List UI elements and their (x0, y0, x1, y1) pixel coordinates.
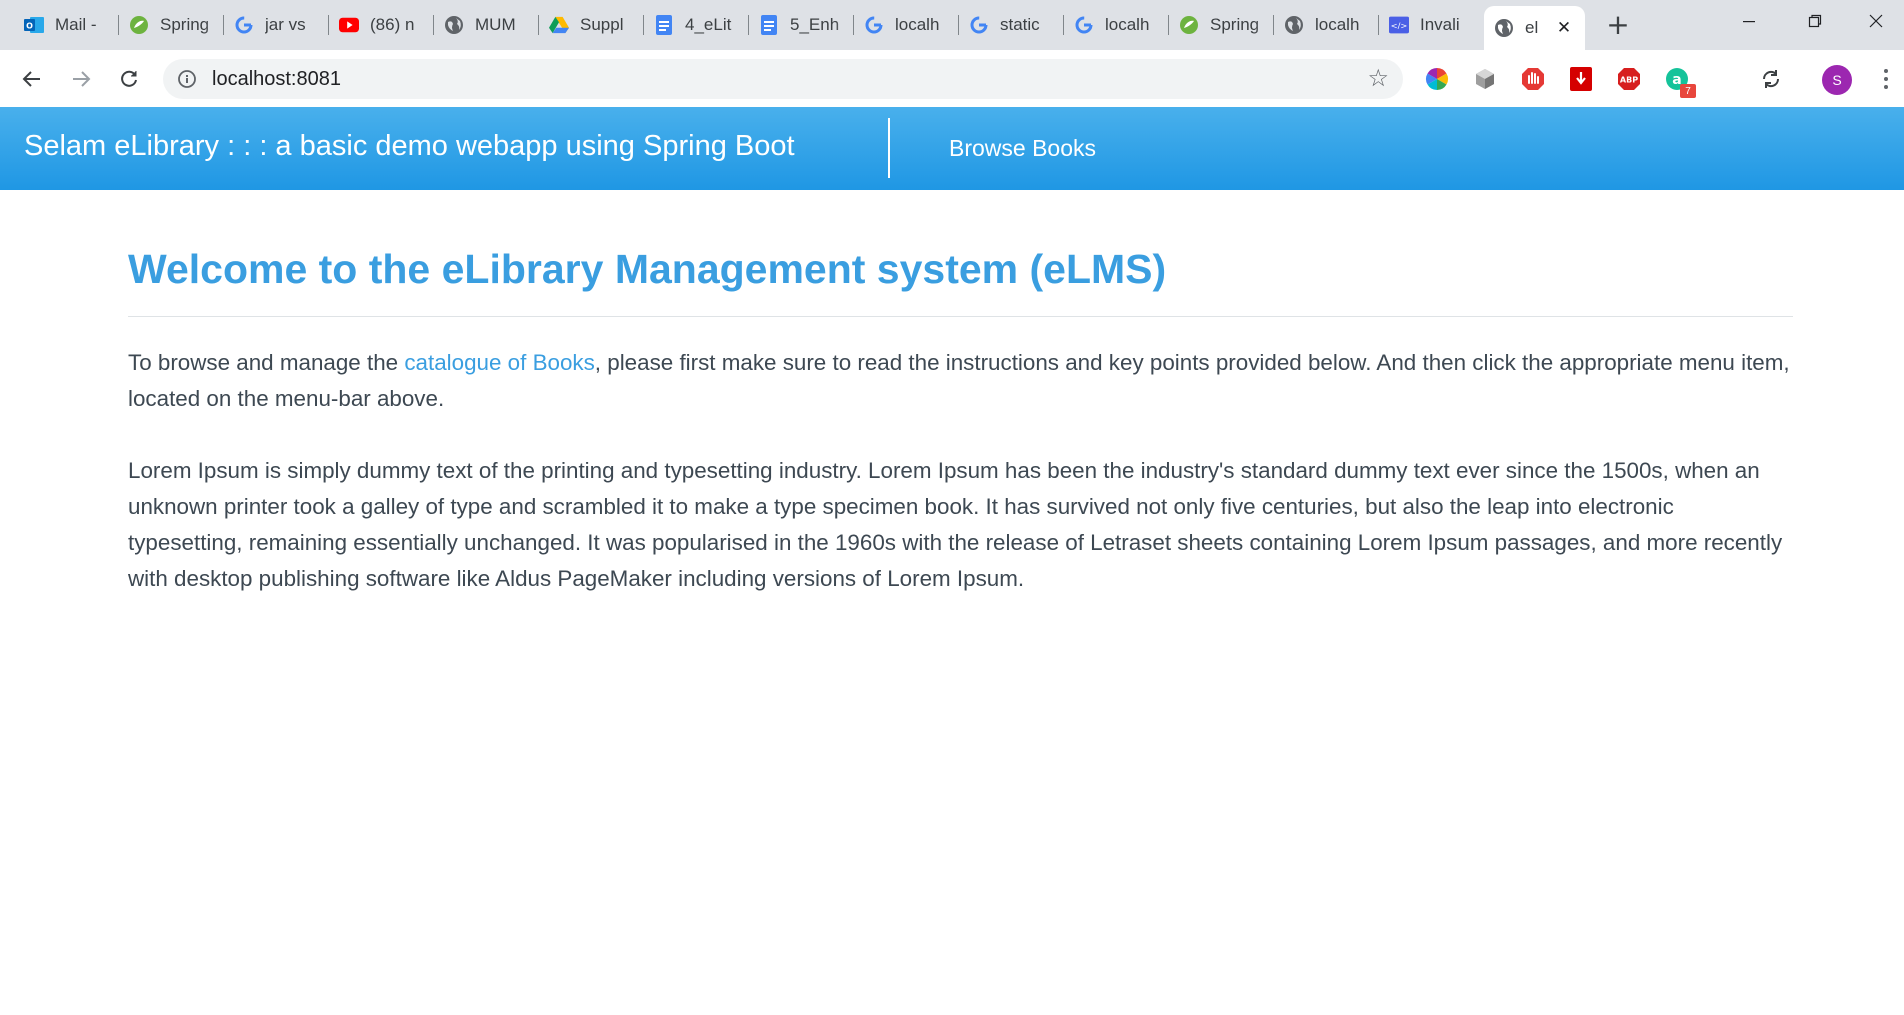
browser-tab[interactable]: localh (1274, 8, 1379, 42)
close-window-button[interactable] (1848, 0, 1904, 42)
tab-title: localh (895, 15, 940, 34)
browser-tab-strip: O Mail - Spring jar vs (86) n MUM Suppl … (0, 0, 1904, 50)
tab-title: jar vs (265, 15, 306, 34)
intro-text: To browse and manage the (128, 350, 405, 376)
lorem-ipsum-paragraph: Lorem Ipsum is simply dummy text of the … (128, 458, 1783, 592)
site-info-icon[interactable] (177, 69, 197, 89)
browser-tab[interactable]: Spring (119, 8, 224, 42)
browser-tab[interactable]: O Mail - (14, 8, 119, 42)
forward-button[interactable] (64, 63, 98, 95)
reload-icon (121, 70, 137, 87)
profile-avatar[interactable]: S (1822, 65, 1852, 95)
back-button[interactable] (15, 63, 49, 95)
adblock-plus-icon[interactable]: ABP (1614, 64, 1644, 94)
google-docs-icon (759, 15, 779, 35)
google-icon (1074, 15, 1094, 35)
outlook-icon: O (24, 15, 44, 35)
new-tab-button[interactable]: + (1605, 11, 1631, 39)
tab-title: (86) n (370, 15, 415, 34)
color-wheel-extension-icon[interactable] (1422, 64, 1452, 94)
svg-text:O: O (26, 22, 33, 31)
close-tab-icon[interactable]: ✕ (1553, 17, 1575, 39)
globe-icon (1494, 18, 1514, 38)
extension-badge: 7 (1680, 84, 1696, 98)
browser-toolbar: localhost:8081 ☆ ABP a 7 S (0, 50, 1904, 107)
tab-title: 5_Enh (790, 15, 840, 34)
browser-tab[interactable]: static (959, 8, 1064, 42)
globe-icon (1284, 15, 1304, 35)
heading-divider (128, 316, 1793, 318)
tab-title: Invali (1420, 15, 1460, 34)
pdf-extension-icon[interactable] (1566, 64, 1596, 94)
tab-title: Suppl (580, 15, 624, 34)
google-drive-icon (549, 15, 569, 35)
bookmark-star-icon[interactable]: ☆ (1367, 66, 1389, 90)
browser-tab[interactable]: Suppl (539, 8, 644, 42)
forward-arrow-icon (73, 71, 91, 87)
stop-hand-extension-icon[interactable] (1518, 64, 1548, 94)
tab-title: Spring (160, 15, 210, 34)
google-icon (864, 15, 884, 35)
grammarly-extension-icon[interactable]: a 7 (1662, 64, 1696, 98)
browser-tab[interactable]: Spring (1169, 8, 1274, 42)
main-content: Welcome to the eLibrary Management syste… (128, 246, 1793, 597)
tab-title: Spring (1210, 15, 1260, 34)
browser-tab[interactable]: 4_eLit (644, 8, 749, 42)
address-url[interactable]: localhost:8081 (212, 68, 341, 91)
spring-icon (129, 15, 149, 35)
google-docs-icon (654, 15, 674, 35)
tab-title: MUM (475, 15, 516, 34)
reload-button[interactable] (112, 63, 146, 95)
code-icon: </> (1389, 15, 1409, 35)
browser-tab[interactable]: localh (1064, 8, 1169, 42)
browse-books-link[interactable]: Browse Books (949, 135, 1096, 162)
tab-title: localh (1105, 15, 1150, 34)
browser-menu-icon[interactable] (1876, 62, 1896, 96)
minimize-window-button[interactable] (1716, 0, 1782, 42)
intro-paragraph: To browse and manage the catalogue of Bo… (128, 345, 1793, 417)
browser-tab[interactable]: MUM (434, 8, 539, 42)
sync-icon[interactable] (1756, 64, 1786, 94)
navbar-divider (888, 118, 890, 178)
youtube-icon (339, 15, 359, 35)
google-icon (969, 15, 989, 35)
web-page: Selam eLibrary : : : a basic demo webapp… (0, 107, 1904, 1015)
svg-text:</>: </> (1391, 20, 1408, 30)
tab-title: el (1525, 18, 1539, 37)
page-title: Welcome to the eLibrary Management syste… (128, 246, 1167, 292)
app-brand[interactable]: Selam eLibrary : : : a basic demo webapp… (24, 130, 795, 163)
catalogue-of-books-link[interactable]: catalogue of Books (404, 350, 594, 375)
browser-tab[interactable]: </> Invali (1379, 8, 1484, 42)
globe-icon (444, 15, 464, 35)
cube-extension-icon[interactable] (1470, 64, 1500, 94)
browser-tab[interactable]: jar vs (224, 8, 329, 42)
svg-text:ABP: ABP (1620, 76, 1638, 85)
tab-title: static (1000, 15, 1040, 34)
browser-tab[interactable]: (86) n (329, 8, 434, 42)
address-bar[interactable]: localhost:8081 ☆ (163, 59, 1403, 99)
google-icon (234, 15, 254, 35)
browser-tab[interactable]: localh (854, 8, 959, 42)
tab-title: 4_eLit (685, 15, 732, 34)
tab-title: Mail - (55, 15, 97, 34)
back-arrow-icon (22, 71, 40, 87)
restore-window-button[interactable] (1782, 0, 1848, 42)
tab-title: localh (1315, 15, 1360, 34)
browser-tab[interactable]: 5_Enh (749, 8, 854, 42)
app-navbar: Selam eLibrary : : : a basic demo webapp… (0, 107, 1904, 190)
spring-icon (1179, 15, 1199, 35)
active-browser-tab[interactable]: el ✕ (1484, 6, 1585, 50)
